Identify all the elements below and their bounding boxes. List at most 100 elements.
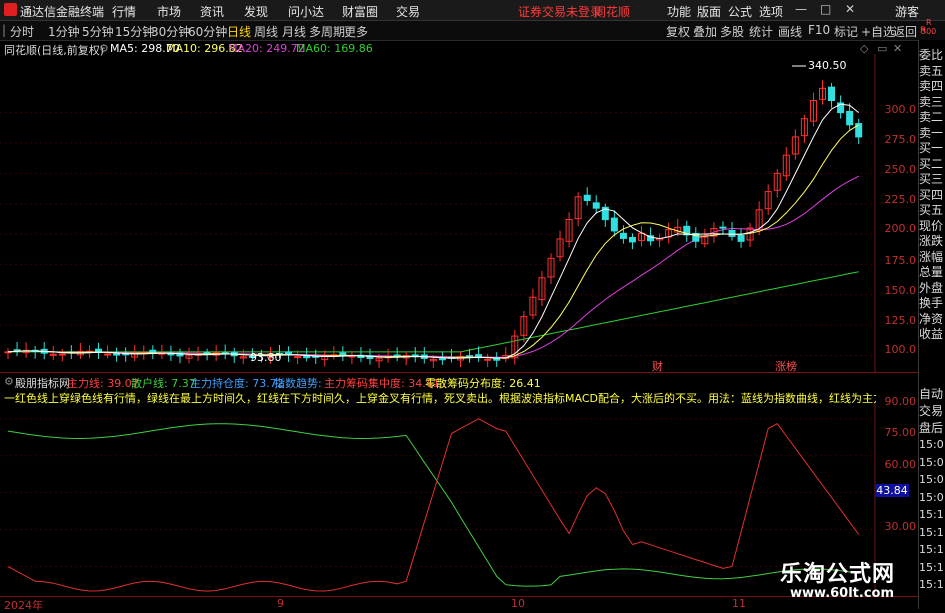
main-force-value: 主力线: 39.07 (67, 377, 139, 390)
panel-label-11: 现价 (919, 218, 944, 233)
panel-tab-1[interactable]: 交易 (919, 402, 943, 419)
concentration-value: 主力筹码集中度: 34.41 (324, 377, 440, 390)
y-tick-300: 300.0 (884, 103, 917, 116)
y-tick-125: 125.0 (884, 314, 917, 327)
toolbar-handle-icon: | (2, 23, 7, 37)
main-force-path (7, 418, 860, 592)
diejia-button[interactable]: 叠加 (693, 23, 717, 40)
menu-gongshi[interactable]: 公式 (728, 3, 752, 20)
ma10-line (7, 124, 859, 359)
candle-body-81 (737, 234, 745, 242)
panel-time-1: 15:0 (919, 455, 944, 469)
y-tick-275: 275.0 (884, 133, 917, 146)
trade-login-notice[interactable]: 证券交易未登录 (518, 3, 602, 20)
menu-jiaoyi[interactable]: 交易 (396, 3, 420, 20)
period-daily[interactable]: 日线 (227, 23, 251, 40)
menu-xuanxiang[interactable]: 选项 (759, 3, 783, 20)
panel-time-4: 15:1 (919, 508, 944, 521)
watermark-url: www.60lt.com (790, 586, 895, 601)
candle-body-16 (149, 349, 157, 353)
menu-shichang[interactable]: 市场 (157, 3, 181, 20)
ind-tick-75: 75.00 (884, 426, 917, 439)
panel-time-8: 15:1 (919, 578, 944, 591)
minimize-icon[interactable]: — (795, 2, 807, 16)
y-tick-225: 225.0 (884, 193, 917, 206)
candle-body-67 (610, 217, 618, 232)
app-logo-icon (4, 3, 17, 16)
indicator-name[interactable]: 殿朋指标网 (15, 375, 70, 391)
panel-time-7: 15:1 (919, 560, 944, 574)
close-icon[interactable]: ✕ (845, 2, 855, 16)
main-force-line (7, 418, 860, 592)
fuquan-button[interactable]: 复权 (666, 23, 690, 40)
huaxian-button[interactable]: 画线 (778, 23, 802, 40)
candle-body-68 (619, 232, 627, 239)
y-tick-200: 200.0 (884, 222, 917, 235)
retail-value: 散户线: 7.37 (131, 377, 196, 390)
menu-caifuquan[interactable]: 财富圈 (342, 3, 378, 20)
low-price-label: 93.80 (250, 351, 282, 364)
maximize-icon[interactable]: □ (820, 2, 831, 16)
menu-hangqing[interactable]: 行情 (112, 3, 136, 20)
panel-label-8: 买三 (919, 172, 944, 186)
tongji-button[interactable]: 统计 (749, 23, 773, 40)
period-30min[interactable]: 30分钟 (151, 23, 190, 40)
period-60min[interactable]: 60分钟 (188, 23, 227, 40)
current-value-badge: 43.84 (875, 484, 909, 497)
candle-body-22 (203, 351, 211, 354)
ind-tick-90: 90.00 (884, 395, 917, 408)
panel-label-1: 卖五 (919, 63, 944, 78)
period-weekly[interactable]: 周线 (254, 23, 278, 40)
pane-divider (0, 372, 918, 373)
candle-body-64 (583, 194, 591, 201)
period-1min[interactable]: 1分钟 (48, 23, 80, 40)
panel-tab-2[interactable]: 盘后 (919, 419, 943, 436)
retail-path (7, 423, 859, 587)
panel-label-15: 外盘 (919, 280, 944, 295)
candle-body-69 (628, 237, 636, 243)
retail-line (7, 423, 859, 587)
menu-zixun[interactable]: 资讯 (200, 3, 224, 20)
indicator-description: 一红色线上穿绿色线有行情，绿线在最上方时间久，红线在下方时间久，上穿金叉有行情，… (4, 392, 876, 404)
broker-name[interactable]: 同花顺 (594, 3, 630, 20)
duogu-button[interactable]: 多股 (720, 23, 744, 40)
period-5min[interactable]: 5分钟 (82, 23, 114, 40)
panel-label-6: 买一 (919, 141, 944, 155)
period-15min[interactable]: 15分钟 (115, 23, 154, 40)
candle-body-1 (13, 349, 21, 352)
period-monthly[interactable]: 月线 (282, 23, 306, 40)
panel-tab-0[interactable]: 自动 (919, 385, 943, 402)
panel-time-2: 15:0 (919, 473, 944, 486)
x-tick-10: 10 (511, 597, 525, 610)
candle-body-53 (484, 358, 492, 361)
candle-body-54 (493, 358, 501, 361)
menu-banmian[interactable]: 版面 (697, 3, 721, 20)
ma60-path (8, 271, 859, 353)
candle-body-6 (58, 353, 66, 356)
period-fenshi[interactable]: 分时 (10, 23, 34, 40)
candle-body-80 (728, 229, 736, 237)
panel-label-12: 涨跌 (919, 234, 944, 248)
panel-label-4: 卖二 (919, 110, 944, 124)
period-toolbar: | 分时 1分钟 5分钟 15分钟 30分钟 60分钟 日线 周线 月线 多周期… (0, 21, 945, 41)
panel-label-14: 总量 (919, 265, 944, 279)
candle-body-12 (113, 353, 121, 356)
candle-body-48 (438, 358, 446, 361)
panel-label-0: 委比 (919, 48, 944, 62)
panel-time-5: 15:1 (919, 525, 944, 539)
period-more[interactable]: 更多 (344, 23, 368, 40)
candle-body-37 (339, 352, 347, 356)
period-multi[interactable]: 多周期 (309, 23, 345, 40)
candles (4, 80, 863, 369)
candlestick-chart[interactable]: 340.50 93.80 (0, 54, 918, 372)
f10-button[interactable]: F10 (808, 23, 830, 37)
y-tick-175: 175.0 (884, 254, 917, 267)
biaoji-button[interactable]: 标记 (834, 23, 858, 40)
menu-faxian[interactable]: 发现 (244, 3, 268, 20)
panel-label-5: 卖一 (919, 125, 944, 140)
watermark-title: 乐淘公式网 (780, 562, 896, 587)
candle-body-91 (828, 86, 836, 101)
menu-wenxiaoda[interactable]: 问小达 (288, 3, 324, 20)
menu-gongneng[interactable]: 功能 (667, 3, 691, 20)
indicator-settings-icon[interactable]: ⚙ (4, 375, 14, 388)
